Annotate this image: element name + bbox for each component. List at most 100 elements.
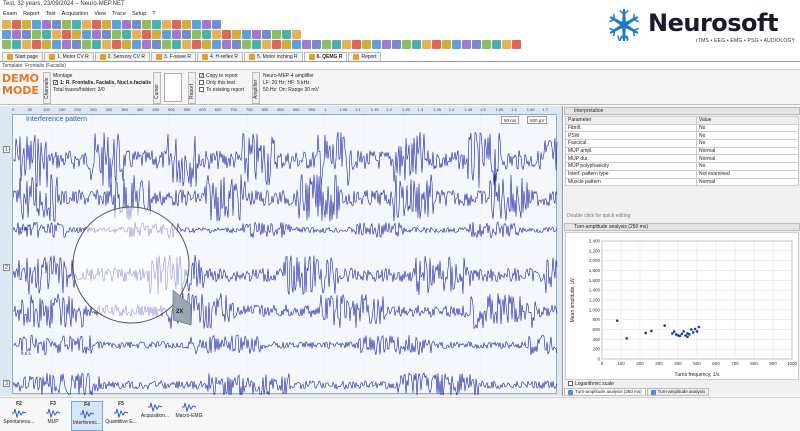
tab-6[interactable]: 6. QEMG R — [303, 52, 348, 61]
turn-amplitude-chart[interactable]: 0 200 400 600 800 1,000 1,200 1,400 1,600 1,800 2,… — [565, 232, 799, 380]
toolbar-button-icon[interactable] — [62, 30, 71, 39]
toolbar-button-icon[interactable] — [332, 40, 341, 49]
toolbar-button-icon[interactable] — [32, 20, 41, 29]
menu-test-item[interactable]: Test — [46, 11, 56, 18]
toolbar-button-icon[interactable] — [342, 40, 351, 49]
channel-3-label[interactable]: 3 — [3, 380, 10, 387]
toolbar-button-icon[interactable] — [202, 30, 211, 39]
interpretation-row[interactable]: MUP ampl. Normal — [565, 146, 800, 156]
toolbar-button-icon[interactable] — [142, 40, 151, 49]
toolbar-button-icon[interactable] — [52, 30, 61, 39]
value-cell[interactable]: Normal — [695, 154, 800, 164]
toolbar-button-icon[interactable] — [82, 40, 91, 49]
tab-4[interactable]: 4. H-reflex R — [196, 52, 244, 61]
only-this-test-option[interactable]: Only this test — [199, 80, 244, 87]
toolbar-button-icon[interactable] — [122, 20, 131, 29]
interpretation-row[interactable]: PSW No — [565, 131, 800, 141]
menu-view-item[interactable]: View — [94, 11, 106, 18]
toolbar-button-icon[interactable] — [162, 30, 171, 39]
interpretation-row[interactable]: Fibrill. No — [565, 123, 800, 133]
toolbar-button-icon[interactable] — [172, 30, 181, 39]
toolbar-button-icon[interactable] — [272, 30, 281, 39]
toolbar-button-icon[interactable] — [442, 40, 451, 49]
toolbar-button-icon[interactable] — [112, 20, 121, 29]
toolbar-button-icon[interactable] — [142, 20, 151, 29]
toolbar-button-icon[interactable] — [312, 40, 321, 49]
toolbar-button-icon[interactable] — [182, 30, 191, 39]
toolbar-button-icon[interactable] — [172, 40, 181, 49]
toolbar-button-icon[interactable] — [252, 30, 261, 39]
menu-trace-item[interactable]: Trace — [112, 11, 126, 18]
toolbar-button-icon[interactable] — [152, 40, 161, 49]
mode-button-1[interactable]: F3 MUP — [37, 401, 69, 431]
value-cell[interactable]: Not examined — [695, 169, 800, 179]
toolbar-button-icon[interactable] — [142, 30, 151, 39]
value-cell[interactable]: No — [695, 131, 800, 141]
toolbar-button-icon[interactable] — [102, 30, 111, 39]
value-cell[interactable]: No — [695, 162, 800, 171]
toolbar-button-icon[interactable] — [232, 30, 241, 39]
toolbar-button-icon[interactable] — [102, 20, 111, 29]
toolbar-button-icon[interactable] — [52, 20, 61, 29]
toolbar-button-icon[interactable] — [212, 20, 221, 29]
sensitivity-select[interactable]: 500 µV — [527, 116, 548, 124]
interpretation-row[interactable]: MUP polyphasicity No — [565, 162, 800, 171]
value-cell[interactable]: No — [695, 123, 800, 133]
toolbar-button-icon[interactable] — [202, 20, 211, 29]
toolbar-button-icon[interactable] — [352, 40, 361, 49]
interpretation-table[interactable]: Parameter Value Fibrill. No PSW No Fascicul. N… — [565, 116, 800, 187]
interpretation-row[interactable]: Fascicul. No — [565, 139, 800, 148]
tab-2[interactable]: 2. Sensory CV R — [94, 52, 151, 61]
toolbar-button-icon[interactable] — [122, 30, 131, 39]
toolbar-button-icon[interactable] — [262, 30, 271, 39]
toolbar-button-icon[interactable] — [212, 30, 221, 39]
toolbar-button-icon[interactable] — [482, 40, 491, 49]
toolbar-button-icon[interactable] — [102, 40, 111, 49]
menu-acquisition-item[interactable]: Acquisition — [62, 11, 89, 18]
toolbar-button-icon[interactable] — [222, 30, 231, 39]
value-cell[interactable]: Normal — [695, 146, 800, 156]
toolbar-button-icon[interactable] — [32, 30, 41, 39]
mode-button-3[interactable]: F5 Quantitive E... — [105, 401, 137, 431]
toolbar-button-icon[interactable] — [92, 30, 101, 39]
toolbar-button-icon[interactable] — [432, 40, 441, 49]
trace-display[interactable]: 0 50 100 150 200 250 300 350 400 450 500 550 600 650 7… — [0, 106, 563, 398]
channel-2-label[interactable]: 2 — [3, 264, 10, 271]
toolbar-button-icon[interactable] — [272, 40, 281, 49]
toolbar-button-icon[interactable] — [182, 20, 191, 29]
tab-3[interactable]: 3. F-wave R — [151, 52, 196, 61]
toolbar-button-icon[interactable] — [72, 20, 81, 29]
mode-button-0[interactable]: F2 Spontaneou... — [3, 401, 35, 431]
mode-button-5[interactable]: Macro-EMG — [173, 401, 205, 431]
bottom-tab-1[interactable]: Turn-amplitude analysis — [646, 388, 710, 396]
toolbar-button-icon[interactable] — [382, 40, 391, 49]
toolbar-button-icon[interactable] — [422, 40, 431, 49]
toolbar-button-icon[interactable] — [72, 40, 81, 49]
toolbar-button-icon[interactable] — [452, 40, 461, 49]
toolbar-button-icon[interactable] — [22, 40, 31, 49]
value-cell[interactable]: Normal — [695, 177, 800, 187]
toolbar-button-icon[interactable] — [192, 30, 201, 39]
toolbar-button-icon[interactable] — [252, 40, 261, 49]
tab-1[interactable]: 1. Motor CV R — [44, 52, 94, 61]
toolbar-button-icon[interactable] — [462, 40, 471, 49]
toolbar-button-icon[interactable] — [62, 20, 71, 29]
toolbar-button-icon[interactable] — [322, 40, 331, 49]
toolbar-button-icon[interactable] — [2, 40, 11, 49]
toolbar-button-icon[interactable] — [42, 30, 51, 39]
toolbar-button-icon[interactable] — [362, 40, 371, 49]
toolbar-button-icon[interactable] — [72, 30, 81, 39]
toolbar-button-icon[interactable] — [232, 40, 241, 49]
mode-button-2[interactable]: F4 Interferenc... — [71, 401, 103, 431]
toolbar-button-icon[interactable] — [32, 40, 41, 49]
channel-1-label[interactable]: 1 — [3, 146, 10, 153]
toolbar-button-icon[interactable] — [62, 40, 71, 49]
toolbar-button-icon[interactable] — [162, 40, 171, 49]
menu--item[interactable]: ? — [152, 11, 155, 18]
toolbar-button-icon[interactable] — [212, 40, 221, 49]
toolbar-button-icon[interactable] — [292, 40, 301, 49]
toolbar-button-icon[interactable] — [502, 40, 511, 49]
trace-plot-area[interactable]: 2X 0.5 s 0.5 s — [12, 114, 558, 398]
toolbar-button-icon[interactable] — [22, 30, 31, 39]
toolbar-button-icon[interactable] — [302, 40, 311, 49]
